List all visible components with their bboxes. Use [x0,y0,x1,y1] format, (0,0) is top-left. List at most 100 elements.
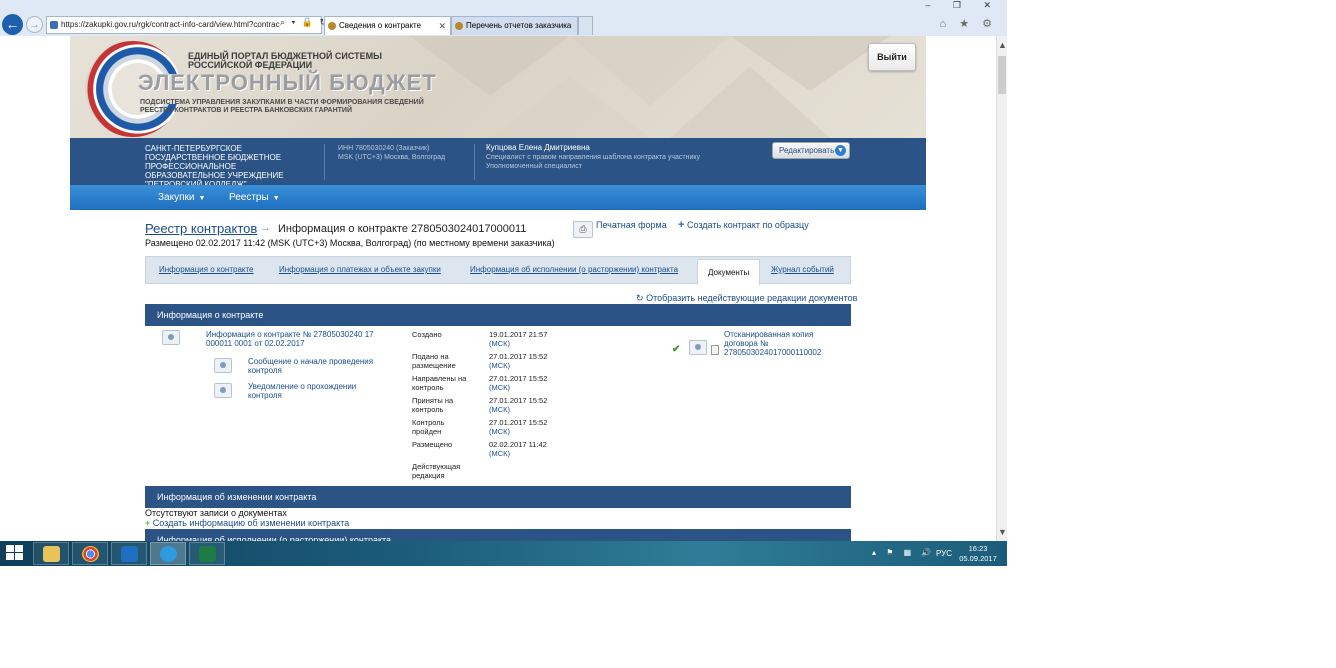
browser-tab-reports[interactable]: Перечень отчетов заказчика [451,16,578,35]
printer-icon[interactable]: ⎙ [573,221,593,238]
create-change-info-link[interactable]: + Создать информацию об изменении контра… [145,518,349,528]
contract-info-document-link[interactable]: Информация о контракте № 27805030240 17 … [206,330,376,348]
control-passed-notice-link[interactable]: Уведомление о прохождении контроля [248,382,378,400]
system-tray-icons[interactable]: ▴ ⚑ ▦ 🔊 [872,548,935,557]
attachment-icon[interactable] [711,345,719,355]
back-arrow-icon[interactable]: ← [2,14,23,35]
scroll-down-icon[interactable]: ▼ [998,527,1007,537]
browser-tab-label: Сведения о контракте [339,21,422,30]
address-actions[interactable]: ⌕ ▾ 🔒 ↻ [280,17,329,28]
status-timezone: (МСК) [489,449,511,458]
chrome-icon [82,546,99,562]
window-controls[interactable]: – ❐ ✕ [925,0,1001,11]
checkmark-icon: ✔ [672,344,681,355]
edit-profile-label: Редактировать [779,146,835,155]
folder-icon [43,546,60,562]
windows-taskbar: ▴ ⚑ ▦ 🔊 РУС 16:23 05.09.2017 [0,541,1007,566]
status-label-accepted: Приняты на контроль [412,396,454,414]
banner-pattern [410,36,890,138]
clock-time: 16:23 [968,544,988,553]
status-timezone: (МСК) [489,427,511,436]
section-contract-changes: Информация об изменении контракта [145,486,851,508]
create-by-sample-link[interactable]: + Создать контракт по образцу [678,219,809,231]
status-date: 27.01.2017 15:52 (МСК) [489,374,547,392]
print-form-link[interactable]: Печатная форма [596,220,667,230]
scroll-up-icon[interactable]: ▲ [998,40,1007,50]
close-tab-icon[interactable]: ✕ [438,17,446,35]
screen: ← → https://zakupki.gov.ru/rgk/contract-… [0,0,1007,566]
taskbar-internet-explorer[interactable] [150,542,186,565]
excel-icon [199,546,216,562]
new-tab-button[interactable] [578,16,593,35]
browser-toolbar-icons[interactable]: ⌂ ★ ⚙ [940,17,997,30]
divider [324,144,325,180]
page-scrollbar[interactable]: ▲ ▼ [996,36,1007,541]
scroll-thumb[interactable] [998,56,1006,94]
tab-contract-info[interactable]: Информация о контракте [159,265,254,274]
language-indicator[interactable]: РУС [936,549,952,558]
tab-payments[interactable]: Информация о платежах и объекте закупки [279,265,441,274]
left-gutter [0,36,70,541]
organization-info: ИНН 7805030240 (Заказчик) MSK (UTC+3) Мо… [338,144,445,162]
clock-date: 05.09.2017 [959,554,997,563]
forward-arrow-icon[interactable]: → [26,16,43,33]
page-viewport: ЕДИНЫЙ ПОРТАЛ БЮДЖЕТНОЙ СИСТЕМЫ РОССИЙСК… [0,36,996,541]
internet-explorer-icon [160,546,177,562]
browser-tab-contract-info[interactable]: Сведения о контракте ✕ [324,16,451,35]
breadcrumb-contracts-registry[interactable]: Реестр контрактов [145,221,257,236]
emblem-favicon-icon [328,22,336,30]
emblem-favicon-icon [455,22,463,30]
status-date: 27.01.2017 15:52 (МСК) [489,352,547,370]
caret-down-icon: ▼ [272,195,280,202]
status-label-control-passed: Контроль пройден [412,418,445,436]
show-inactive-versions-link[interactable]: ↻ Отобразить недействующие редакции доку… [636,293,857,304]
edit-profile-button[interactable]: Редактировать ▼ [772,142,850,159]
document-icon[interactable] [689,340,707,355]
breadcrumb-arrow-icon: → [260,222,271,234]
status-timezone: (МСК) [489,339,511,348]
no-records-text: Отсутствуют записи о документах [145,508,287,518]
tab-documents[interactable]: Документы [697,259,761,285]
taskbar-excel[interactable] [189,542,225,565]
menu-item-registries[interactable]: Реестры ▼ [229,192,280,203]
document-icon[interactable] [214,383,232,398]
status-label-created: Создано [412,330,442,339]
main-menu: Закупки ▼ Реестры ▼ [70,185,926,210]
site-security-icon [50,21,58,29]
status-label-placed: Размещено [412,440,453,449]
taskbar-explorer[interactable] [33,542,69,565]
tab-event-log[interactable]: Журнал событий [771,265,834,274]
status-date-value: 02.02.2017 11:42 [489,440,547,449]
menu-item-purchases[interactable]: Закупки ▼ [158,192,205,203]
address-url: https://zakupki.gov.ru/rgk/contract-info… [61,20,280,29]
refresh-icon: ↻ [636,293,644,303]
status-date-value: 27.01.2017 15:52 [489,396,548,405]
user-roles: Специалист с правом направления шаблона … [486,153,700,171]
taskbar-chrome[interactable] [72,542,108,565]
control-start-message-link[interactable]: Сообщение о начале проведения контроля [248,357,378,375]
status-date: 27.01.2017 15:52 (МСК) [489,396,547,414]
document-icon[interactable] [162,330,180,345]
status-date: 19.01.2017 21:57 (МСК) [489,330,547,348]
content-tabs: Информация о контракте Информация о плат… [145,256,851,285]
clock[interactable]: 16:23 05.09.2017 [958,544,998,564]
banner-title: ЭЛЕКТРОННЫЙ БЮДЖЕТ [138,70,437,95]
menu-item-label: Реестры [229,192,269,203]
taskbar-outlook[interactable] [111,542,147,565]
tab-execution[interactable]: Информация об исполнении (о расторжении)… [470,265,678,274]
right-gutter [926,36,996,541]
document-icon[interactable] [214,358,232,373]
divider [474,144,475,180]
windows-start-icon[interactable] [6,545,24,562]
logout-button[interactable]: Выйти [868,43,916,71]
create-change-label: Создать информацию об изменении контракт… [152,518,350,528]
caret-down-icon: ▼ [198,195,206,202]
banner-subtitle: ПОДСИСТЕМА УПРАВЛЕНИЯ ЗАКУПКАМИ В ЧАСТИ … [140,99,424,114]
show-inactive-label: Отобразить недействующие редакции докуме… [646,293,858,303]
status-date-value: 27.01.2017 15:52 [489,418,548,427]
status-date: 02.02.2017 11:42 (МСК) [489,440,547,458]
section-contract-execution: Информация об исполнении (о расторжении)… [145,529,851,541]
page: ЕДИНЫЙ ПОРТАЛ БЮДЖЕТНОЙ СИСТЕМЫ РОССИЙСК… [70,36,926,541]
scanned-contract-copy-link[interactable]: Отсканированная копия договора № 2780503… [724,330,844,357]
chevron-down-icon: ▼ [835,145,846,156]
